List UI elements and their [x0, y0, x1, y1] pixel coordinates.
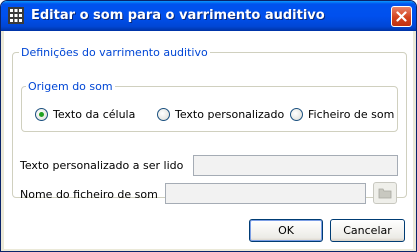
cancel-button[interactable]: Cancelar [330, 219, 405, 242]
radio-cell-text[interactable]: Texto da célula [35, 108, 135, 121]
radio-sound-file[interactable]: Ficheiro de som [290, 108, 394, 121]
radio-indicator[interactable] [35, 108, 48, 121]
sound-settings-legend: Definições do varrimento auditivo [21, 46, 208, 59]
ok-button[interactable]: OK [249, 219, 323, 242]
custom-text-input[interactable] [193, 155, 398, 176]
close-icon [396, 11, 407, 22]
dialog-body: Definições do varrimento auditivo Origem… [4, 31, 413, 249]
sound-origin-group: Origem do som Texto da célula Texto pers… [21, 80, 398, 132]
radio-indicator[interactable] [157, 108, 170, 121]
grid-icon [8, 7, 24, 24]
title-bar[interactable]: Editar o som para o varrimento auditivo [1, 1, 416, 31]
custom-text-label: Texto personalizado a ser lido [20, 159, 184, 172]
window-title: Editar o som para o varrimento auditivo [31, 8, 325, 23]
radio-label: Ficheiro de som [308, 108, 395, 121]
radio-label: Texto personalizado [175, 108, 285, 121]
sound-file-input[interactable] [165, 183, 366, 204]
sound-settings-group: Definições do varrimento auditivo Origem… [12, 46, 407, 204]
radio-label: Texto da célula [53, 108, 136, 121]
sound-origin-legend: Origem do som [28, 80, 113, 93]
radio-custom-text[interactable]: Texto personalizado [157, 108, 284, 121]
dialog-window: Editar o som para o varrimento auditivo … [0, 0, 417, 252]
close-button[interactable] [391, 6, 412, 27]
sound-file-label: Nome do ficheiro de som [20, 188, 158, 201]
folder-icon [378, 188, 392, 199]
browse-button[interactable] [373, 182, 397, 204]
radio-indicator[interactable] [290, 108, 303, 121]
